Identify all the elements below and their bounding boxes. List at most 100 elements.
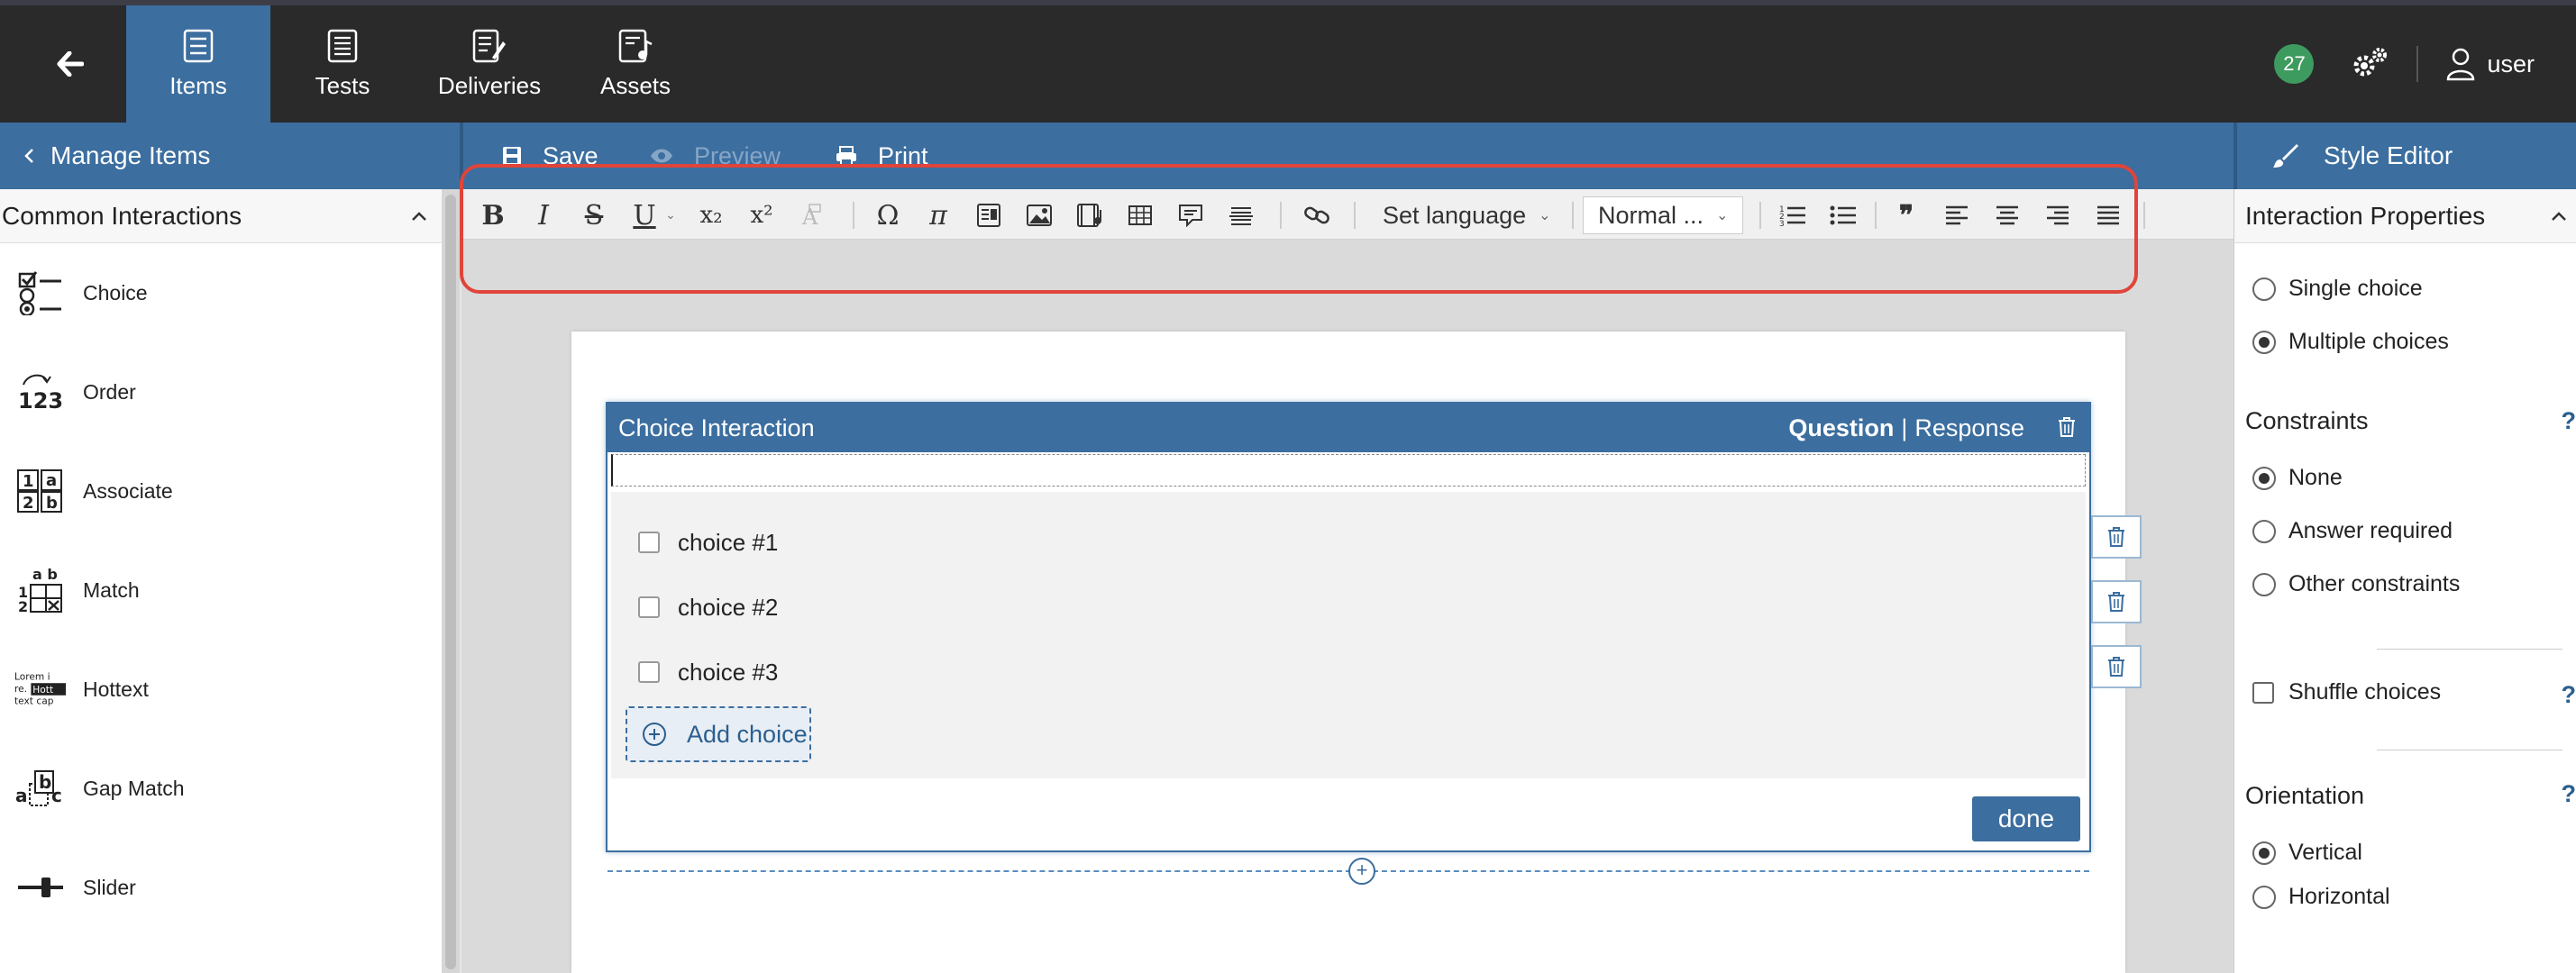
arrow-left-icon <box>57 51 84 77</box>
interaction-slider[interactable]: Slider <box>0 838 442 937</box>
interaction-label: Order <box>83 379 136 404</box>
interaction-header: Choice Interaction Question | Response <box>607 404 2089 452</box>
chevron-up-icon[interactable] <box>2551 211 2567 222</box>
interaction-title: Choice Interaction <box>618 414 815 441</box>
delete-choice-3-trash-icon[interactable] <box>2091 645 2142 688</box>
interaction-label: Choice <box>83 280 148 305</box>
properties-panel-header[interactable]: Interaction Properties <box>2234 189 2576 243</box>
constraint-none-option[interactable]: None <box>2252 465 2343 491</box>
orientation-horizontal-option[interactable]: Horizontal <box>2252 884 2390 910</box>
multiple-choices-radio[interactable] <box>2252 330 2276 354</box>
plus-circle-icon <box>642 722 667 747</box>
deliveries-icon <box>472 29 507 63</box>
delete-choice-2-trash-icon[interactable] <box>2091 580 2142 623</box>
add-choice-button[interactable]: Add choice <box>626 706 811 762</box>
constraints-heading: Constraints <box>2245 407 2369 434</box>
left-panel-scrollbar[interactable] <box>442 189 460 973</box>
svg-text:a b: a b <box>32 567 58 583</box>
back-button[interactable] <box>25 5 115 123</box>
eye-icon <box>649 147 674 165</box>
interaction-associate[interactable]: 1a2b Associate <box>0 441 442 541</box>
orientation-vertical-option[interactable]: Vertical <box>2252 840 2362 866</box>
choice-item[interactable]: choice #3 <box>638 654 778 690</box>
interactions-panel: Common Interactions Choice 123 Order 1a2… <box>0 189 442 973</box>
match-icon: a b12 <box>14 567 67 614</box>
properties-panel-title: Interaction Properties <box>2245 201 2486 230</box>
choice-item[interactable]: choice #1 <box>638 524 778 560</box>
gap-match-icon: abc <box>14 768 67 809</box>
svg-text:text cap: text cap <box>14 695 54 706</box>
choice-label[interactable]: choice #2 <box>678 594 778 622</box>
nav-tab-assets[interactable]: Assets <box>563 5 708 123</box>
response-mode-tab[interactable]: Response <box>1914 414 2024 442</box>
constraint-required-option[interactable]: Answer required <box>2252 518 2453 544</box>
multiple-choices-option[interactable]: Multiple choices <box>2252 329 2449 355</box>
option-label: Other constraints <box>2288 571 2461 596</box>
choice-checkbox[interactable] <box>638 596 660 618</box>
mode-separator: | <box>1901 414 1908 441</box>
manage-items-link[interactable]: Manage Items <box>0 123 460 189</box>
settings-gears-icon[interactable] <box>2350 46 2389 82</box>
assets-icon <box>618 29 653 63</box>
orientation-horizontal-radio[interactable] <box>2252 885 2276 909</box>
chevron-up-icon[interactable] <box>411 211 427 222</box>
interactions-panel-header[interactable]: Common Interactions <box>0 189 442 243</box>
user-menu[interactable]: user <box>2445 47 2535 81</box>
insert-block-plus-button[interactable]: + <box>1348 858 1375 885</box>
toolbar-separator <box>2143 202 2145 229</box>
interaction-choice[interactable]: Choice <box>0 243 442 342</box>
nav-tab-label: Assets <box>599 71 671 99</box>
nav-right-area: 27 user <box>2274 5 2576 123</box>
mode-switch: Question | Response <box>1788 404 2024 452</box>
svg-text:b: b <box>46 494 58 513</box>
notification-badge[interactable]: 27 <box>2274 44 2315 84</box>
interaction-gap-match[interactable]: abc Gap Match <box>0 739 442 838</box>
choice-label[interactable]: choice #1 <box>678 529 778 557</box>
constraint-required-radio[interactable] <box>2252 519 2276 543</box>
choices-list: choice #1 choice #2 choice #3 Add choice <box>611 492 2086 778</box>
nav-divider <box>2416 46 2419 82</box>
constraints-help-icon[interactable]: ? <box>2562 407 2576 435</box>
constraint-other-radio[interactable] <box>2252 572 2276 596</box>
single-choice-option[interactable]: Single choice <box>2252 276 2423 302</box>
interactions-panel-title: Common Interactions <box>2 201 242 230</box>
scrollbar-thumb[interactable] <box>445 195 456 969</box>
orientation-vertical-radio[interactable] <box>2252 841 2276 865</box>
interaction-label: Hottext <box>83 677 149 701</box>
single-choice-radio[interactable] <box>2252 277 2276 301</box>
constraint-none-radio[interactable] <box>2252 466 2276 490</box>
shuffle-choices-option[interactable]: Shuffle choices <box>2252 679 2441 705</box>
nav-tab-label: Tests <box>315 71 370 99</box>
tests-icon <box>327 29 358 63</box>
associate-icon: 1a2b <box>14 468 67 514</box>
style-editor-button[interactable]: Style Editor <box>2237 123 2576 189</box>
constraint-other-option[interactable]: Other constraints <box>2252 571 2460 597</box>
orientation-help-icon[interactable]: ? <box>2562 780 2576 808</box>
interaction-label: Match <box>83 577 140 602</box>
choice-checkbox[interactable] <box>638 532 660 553</box>
delete-choice-1-trash-icon[interactable] <box>2091 515 2142 559</box>
user-icon <box>2445 47 2476 81</box>
svg-text:2: 2 <box>18 598 28 614</box>
delete-interaction-trash-icon[interactable] <box>2057 416 2077 438</box>
shuffle-choices-checkbox[interactable] <box>2252 681 2274 704</box>
svg-text:2: 2 <box>23 494 34 513</box>
done-button[interactable]: done <box>1972 796 2080 841</box>
nav-tab-items[interactable]: Items <box>126 5 270 123</box>
choice-checkbox[interactable] <box>638 661 660 683</box>
shuffle-help-icon[interactable]: ? <box>2562 681 2576 709</box>
interaction-order[interactable]: 123 Order <box>0 342 442 441</box>
interaction-label: Gap Match <box>83 776 185 800</box>
choice-label[interactable]: choice #3 <box>678 659 778 687</box>
question-mode-tab[interactable]: Question <box>1788 414 1894 442</box>
svg-text:c: c <box>51 785 62 806</box>
prompt-editor-field[interactable] <box>611 454 2086 486</box>
order-icon: 123 <box>14 372 67 412</box>
choice-item[interactable]: choice #2 <box>638 589 778 625</box>
nav-tab-deliveries[interactable]: Deliveries <box>417 5 562 123</box>
svg-text:1: 1 <box>23 472 34 491</box>
svg-text:Hott: Hott <box>32 684 53 696</box>
interaction-hottext[interactable]: Lorem i re. Hott text cap Hottext <box>0 640 442 739</box>
nav-tab-tests[interactable]: Tests <box>270 5 415 123</box>
interaction-match[interactable]: a b12 Match <box>0 541 442 640</box>
